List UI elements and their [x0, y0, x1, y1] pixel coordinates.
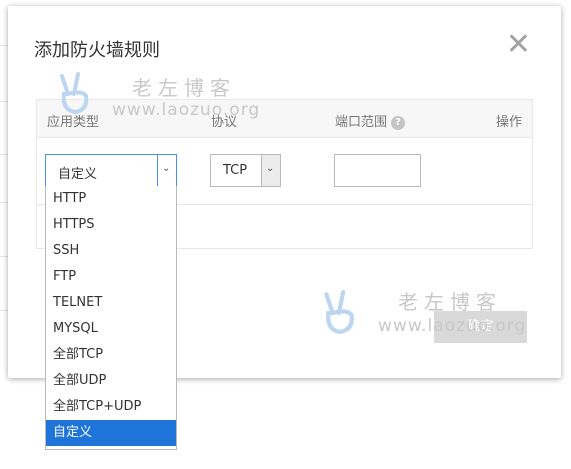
chevron-down-icon: ⌄	[162, 163, 171, 174]
chevron-down-icon: ⌄	[266, 163, 275, 174]
close-icon[interactable]: ✕	[506, 30, 531, 60]
header-protocol: 协议	[211, 115, 238, 130]
option-https[interactable]: HTTPS	[46, 212, 176, 238]
option-all-udp[interactable]: 全部UDP	[46, 368, 176, 394]
option-mysql[interactable]: MYSQL	[46, 316, 176, 342]
ok-button[interactable]: 确定	[434, 311, 527, 343]
option-telnet[interactable]: TELNET	[46, 290, 176, 316]
app-type-dropdown-toggle[interactable]: ⌄	[157, 155, 176, 186]
protocol-select[interactable]: TCP ⌄	[210, 154, 281, 187]
help-icon[interactable]: ?	[391, 116, 406, 130]
header-app-type: 应用类型	[47, 115, 100, 130]
header-port-range: 端口范围?	[335, 111, 406, 130]
option-ftp[interactable]: FTP	[46, 264, 176, 290]
table-header: 应用类型 协议 端口范围? 操作	[37, 100, 532, 138]
app-type-value: 自定义	[58, 167, 98, 182]
option-ssh[interactable]: SSH	[46, 238, 176, 264]
protocol-value: TCP	[223, 163, 248, 178]
header-port-range-label: 端口范围	[335, 115, 388, 130]
app-type-select[interactable]: 自定义 ⌄	[45, 154, 177, 187]
header-action: 操作	[495, 115, 522, 130]
option-all-tcp[interactable]: 全部TCP	[46, 342, 176, 368]
dialog-title: 添加防火墙规则	[34, 40, 160, 61]
option-http[interactable]: HTTP	[46, 186, 176, 212]
port-range-input[interactable]	[334, 154, 421, 187]
app-type-options: HTTP HTTPS SSH FTP TELNET MYSQL 全部TCP 全部…	[45, 186, 177, 450]
protocol-dropdown-toggle[interactable]: ⌄	[261, 155, 280, 186]
option-custom[interactable]: 自定义	[46, 420, 176, 446]
option-all-tcp-udp[interactable]: 全部TCP+UDP	[46, 394, 176, 420]
